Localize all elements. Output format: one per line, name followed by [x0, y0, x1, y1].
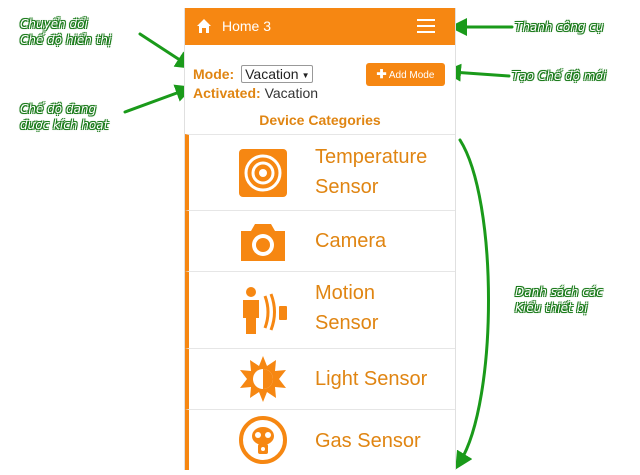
dropdown-caret-icon: ▼ [301, 70, 310, 80]
annotation-line: được kích hoạt [20, 118, 109, 132]
annotation-line: Danh sách các [515, 285, 603, 299]
arrow-switch-mode [138, 32, 194, 69]
item-label-line: Sensor [315, 312, 379, 334]
add-mode-button[interactable]: ✚ Add Mode [366, 63, 445, 86]
item-label-line: Sensor [315, 176, 379, 198]
device-categories-title: Device Categories [259, 112, 381, 128]
mode-row: Mode: Vacation ▼ [193, 65, 314, 83]
mode-label: Mode: [193, 66, 235, 82]
list-item-motion-sensor[interactable]: Motion Sensor [185, 271, 455, 348]
list-item-gas-sensor[interactable]: Gas Sensor [185, 409, 455, 470]
annotation-line: Chuyển đổi [20, 17, 88, 31]
toolbar: Home 3 [185, 8, 455, 45]
activated-value: Vacation [264, 85, 319, 101]
app-title: Home 3 [222, 18, 272, 34]
annotation-new-mode: Tạo Chế độ mới [512, 69, 607, 83]
annotation-activated-mode: Chế độ đang được kích hoạt [20, 101, 108, 133]
device-category-list: Temperature Sensor Camera Motion Sensor … [185, 134, 455, 470]
mode-select[interactable]: Vacation ▼ [241, 65, 314, 83]
item-label: Gas Sensor [315, 426, 421, 456]
device-list-brace [455, 138, 490, 470]
hamburger-menu-icon[interactable] [417, 19, 435, 33]
temperature-icon [239, 149, 287, 197]
item-label: Temperature Sensor [315, 142, 427, 202]
list-item-temperature-sensor[interactable]: Temperature Sensor [185, 134, 455, 210]
annotation-line: Kiểu thiết bị [515, 301, 588, 315]
item-label-line: Motion [315, 282, 376, 304]
motion-icon [243, 287, 287, 334]
list-item-light-sensor[interactable]: Light Sensor [185, 348, 455, 409]
item-label: Camera [315, 226, 386, 256]
annotation-toolbar: Thanh công cụ [515, 20, 604, 34]
app-screen: Home 3 Mode: Vacation ▼ ✚ Add Mode Activa… [184, 8, 456, 470]
list-item-camera[interactable]: Camera [185, 210, 455, 271]
item-label-line: Temperature [315, 146, 428, 168]
arrow-new-mode [443, 63, 511, 82]
add-mode-label: Add Mode [388, 70, 435, 81]
item-label-line: Camera [315, 230, 387, 252]
item-label: Light Sensor [315, 364, 427, 394]
annotation-device-list: Danh sách các Kiểu thiết bị [515, 284, 603, 316]
annotation-line: Chế độ hiển thị [20, 33, 112, 47]
activated-row: Activated: Vacation [193, 85, 318, 101]
activated-label: Activated: [193, 85, 261, 101]
home-icon[interactable] [196, 18, 212, 34]
item-label-line: Light Sensor [315, 368, 428, 390]
arrow-activated-mode [123, 84, 194, 114]
gas-icon [239, 416, 287, 464]
mode-select-value: Vacation [245, 66, 299, 82]
annotation-line: Chế độ đang [20, 102, 97, 116]
item-label-line: Gas Sensor [315, 430, 421, 452]
plus-icon: ✚ [376, 67, 387, 81]
light-icon [240, 356, 286, 402]
annotation-switch-mode: Chuyển đổi Chế độ hiển thị [20, 16, 111, 48]
item-label: Motion Sensor [315, 278, 378, 338]
camera-icon [241, 224, 285, 261]
